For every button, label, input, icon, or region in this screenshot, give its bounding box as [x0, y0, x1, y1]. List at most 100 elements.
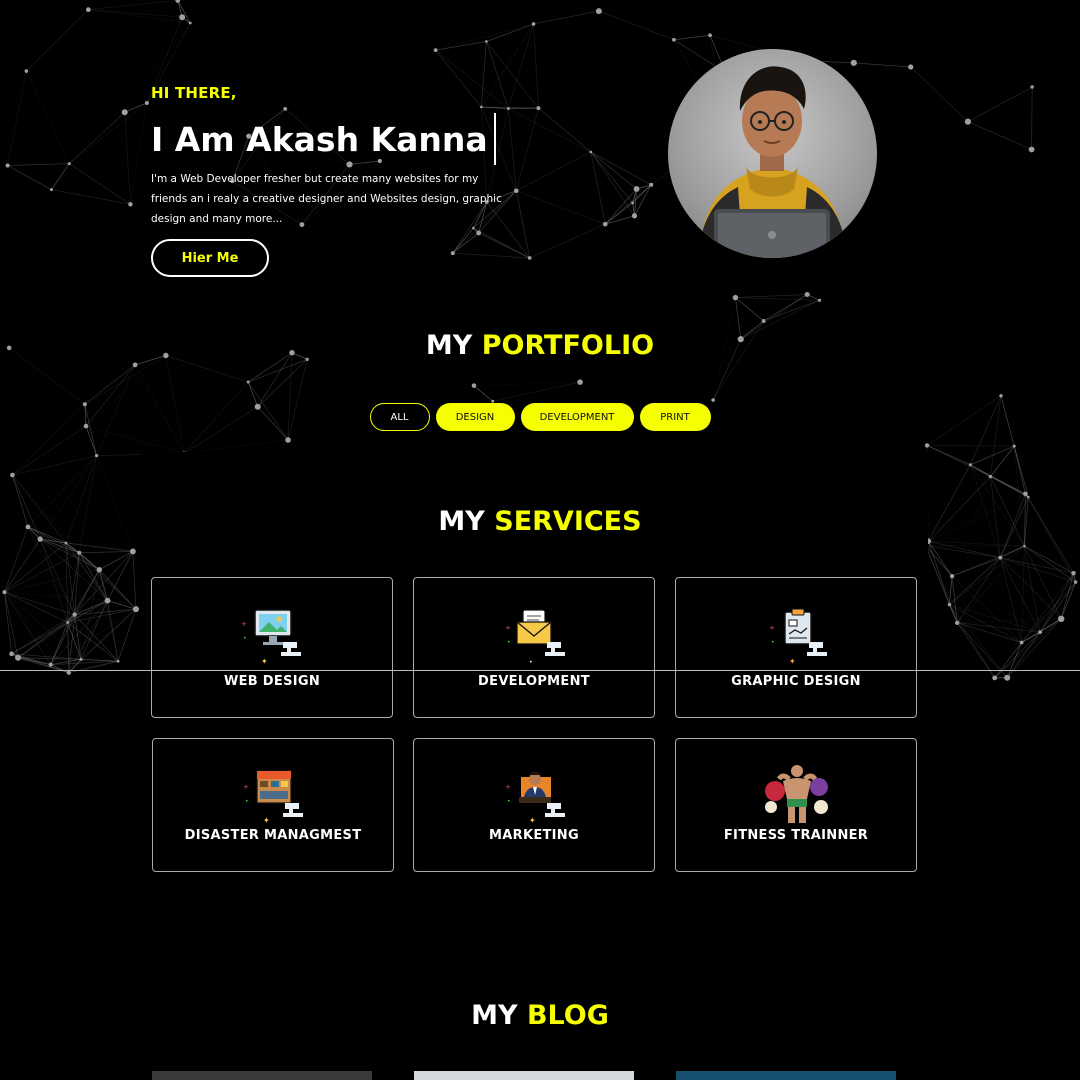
- network-line: [473, 385, 493, 402]
- network-line: [69, 102, 148, 164]
- network-line: [452, 227, 474, 254]
- service-label: DISASTER MANAGMEST: [184, 828, 362, 843]
- network-line: [533, 23, 539, 109]
- network-line: [735, 294, 808, 298]
- service-card-development[interactable]: + • • DEVELOPMENT: [413, 577, 655, 718]
- network-line: [84, 355, 167, 405]
- network-line: [516, 151, 591, 192]
- svg-text:•: •: [507, 798, 511, 805]
- network-line: [452, 232, 479, 254]
- network-node: [121, 109, 128, 116]
- network-node: [1073, 580, 1078, 584]
- network-line: [486, 23, 534, 42]
- service-label: WEB DESIGN: [223, 674, 321, 689]
- network-line: [7, 163, 70, 166]
- network-node: [1023, 544, 1026, 548]
- network-node: [998, 555, 1003, 560]
- filter-print[interactable]: PRINT: [639, 403, 711, 431]
- svg-text:+: +: [769, 624, 775, 632]
- network-node: [116, 659, 120, 663]
- network-node: [476, 230, 482, 236]
- network-line: [248, 359, 308, 383]
- network-node: [955, 620, 960, 625]
- blog-title-accent: BLOG: [526, 1000, 609, 1031]
- network-node: [72, 612, 77, 617]
- network-line: [74, 608, 136, 615]
- network-node: [1023, 491, 1028, 497]
- svg-text:+: +: [243, 783, 249, 791]
- blog-title: MY BLOG: [0, 1000, 1080, 1031]
- network-node: [850, 59, 857, 66]
- service-label: MARKETING: [489, 828, 579, 843]
- monitor-landscape-icon: + • ✦: [241, 609, 301, 666]
- network-node: [1030, 85, 1034, 89]
- network-line: [590, 151, 652, 186]
- network-line: [515, 108, 539, 191]
- network-node: [2, 590, 7, 595]
- clipboard-chart-icon: + • ✦: [769, 608, 827, 666]
- network-node: [924, 443, 930, 448]
- network-line: [26, 9, 89, 72]
- network-node: [66, 670, 71, 675]
- network-line: [1024, 545, 1062, 619]
- svg-text:•: •: [507, 639, 511, 646]
- network-line: [927, 540, 953, 577]
- network-node: [77, 550, 82, 555]
- filter-all[interactable]: ALL: [369, 403, 430, 431]
- blog-thumbnail[interactable]: [152, 1071, 372, 1080]
- network-line: [530, 216, 635, 258]
- network-node: [1004, 674, 1011, 681]
- network-line: [949, 604, 1008, 679]
- hire-me-button[interactable]: Hier Me: [151, 239, 269, 277]
- network-node: [179, 14, 186, 21]
- network-line: [4, 538, 41, 593]
- blog-thumbnail[interactable]: [676, 1071, 896, 1080]
- filter-design[interactable]: DESIGN: [435, 403, 515, 431]
- network-line: [124, 112, 131, 205]
- network-node: [129, 548, 136, 555]
- network-node: [188, 21, 192, 25]
- network-line: [51, 111, 125, 190]
- network-node: [480, 105, 483, 109]
- network-line: [452, 252, 530, 259]
- network-line: [435, 23, 534, 51]
- network-node: [1057, 615, 1065, 623]
- network-line: [118, 551, 133, 661]
- svg-text:✦: ✦: [529, 816, 536, 825]
- portfolio-title: MY PORTFOLIO: [0, 330, 1080, 361]
- service-card-graphic-design[interactable]: + • ✦ GRAPHIC DESIGN: [675, 577, 917, 718]
- service-card-web-design[interactable]: + • ✦ WEB DESIGN: [151, 577, 393, 718]
- network-node: [804, 292, 810, 298]
- hero-intro: I'm a Web Developer fresher but create m…: [151, 173, 502, 225]
- network-line: [529, 223, 606, 259]
- network-line: [1021, 546, 1025, 643]
- network-node: [947, 602, 952, 607]
- network-node: [283, 106, 288, 111]
- network-line: [605, 202, 633, 225]
- service-card-disaster-management[interactable]: + • ✦ DISASTER MANAGMEST: [152, 738, 394, 872]
- network-line: [26, 70, 70, 164]
- network-line: [480, 41, 487, 108]
- network-line: [538, 107, 592, 153]
- network-node: [506, 107, 510, 110]
- network-node: [1038, 630, 1043, 635]
- network-node: [711, 398, 715, 402]
- network-node: [999, 394, 1003, 398]
- bodybuilder-icon: [765, 765, 828, 823]
- svg-text:•: •: [529, 659, 533, 666]
- blog-thumbnail[interactable]: [414, 1071, 634, 1080]
- network-line: [1039, 581, 1076, 633]
- filter-development[interactable]: DEVELOPMENT: [520, 403, 634, 431]
- network-line: [508, 108, 591, 153]
- blog-title-prefix: MY: [471, 1000, 518, 1031]
- network-node: [485, 40, 488, 43]
- envelope-letter-icon: + • •: [505, 609, 565, 666]
- network-node: [15, 654, 22, 661]
- divider-line: [0, 670, 1080, 671]
- network-line: [599, 11, 710, 35]
- network-node: [471, 383, 477, 388]
- svg-text:•: •: [771, 639, 775, 646]
- service-card-fitness-trainer[interactable]: FITNESS TRAINNER: [675, 738, 917, 872]
- service-label: DEVELOPMENT: [478, 674, 590, 689]
- service-card-marketing[interactable]: + • ✦ MARKETING: [413, 738, 655, 872]
